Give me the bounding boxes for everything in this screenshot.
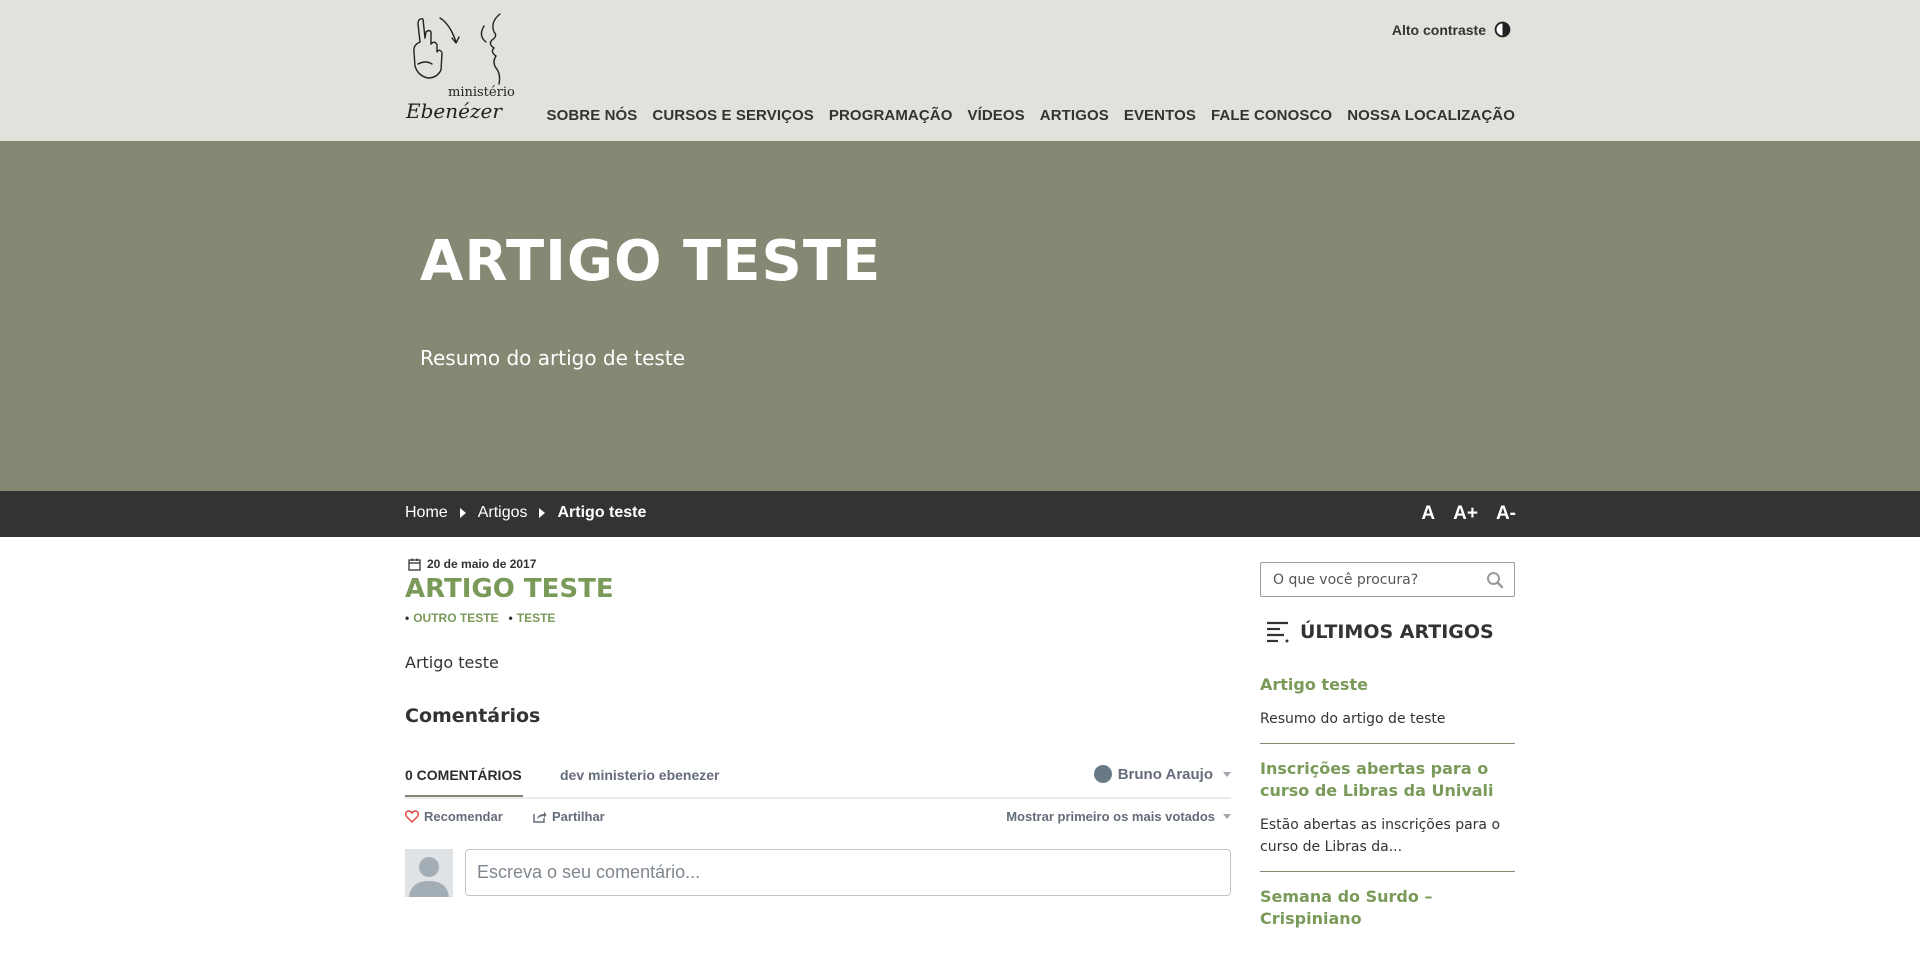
nav-item-artigos[interactable]: ARTIGOS <box>1040 107 1109 124</box>
user-name: Bruno Araujo <box>1117 765 1213 783</box>
breadcrumb-current: Artigo teste <box>557 504 647 521</box>
latest-articles-heading: ÚLTIMOS ARTIGOS <box>1266 621 1494 643</box>
logo-hands-icon: ministério Ebenézer <box>405 13 515 123</box>
font-size-controls: A A+ A- <box>1421 503 1516 525</box>
latest-articles-list: Artigo teste Resumo do artigo de teste I… <box>1260 674 1515 957</box>
recommend-button[interactable]: Recomendar <box>405 809 503 824</box>
breadcrumb-artigos[interactable]: Artigos <box>478 504 528 522</box>
hero-banner: ARTIGO TESTE Resumo do artigo de teste <box>0 141 1920 491</box>
list-item: Semana do Surdo – Crispiniano <box>1260 886 1515 943</box>
search-icon[interactable] <box>1486 571 1504 589</box>
search-box <box>1260 562 1515 597</box>
list-icon <box>1267 621 1289 643</box>
logo-text-ebenezer: Ebenézer <box>405 99 503 123</box>
recommend-label: Recomendar <box>424 809 503 824</box>
latest-article-summary: Resumo do artigo de teste <box>1260 711 1446 727</box>
site-logo[interactable]: ministério Ebenézer <box>404 12 524 124</box>
high-contrast-label: Alto contraste <box>1391 21 1486 38</box>
share-button[interactable]: Partilhar <box>533 809 605 824</box>
comment-input[interactable] <box>465 849 1231 896</box>
post-date: 20 de maio de 2017 <box>408 557 536 571</box>
chevron-down-icon <box>1223 771 1231 777</box>
list-item: Artigo teste Resumo do artigo de teste <box>1260 674 1515 744</box>
nav-item-sobre-nos[interactable]: SOBRE NÓS <box>547 107 638 124</box>
latest-articles-title: ÚLTIMOS ARTIGOS <box>1300 621 1494 643</box>
sort-dropdown[interactable]: Mostrar primeiro os mais votados <box>1006 809 1231 824</box>
post-title: ARTIGO TESTE <box>405 574 614 604</box>
comment-count-tab[interactable]: 0 COMENTÁRIOS <box>405 767 523 797</box>
default-avatar-icon <box>409 857 449 897</box>
share-label: Partilhar <box>552 809 605 824</box>
post-body: Artigo teste <box>405 653 499 672</box>
site-header: ministério Ebenézer Alto contraste SOBRE… <box>0 0 1920 141</box>
comments-heading: Comentários <box>405 705 541 727</box>
user-menu[interactable]: Bruno Araujo <box>1093 765 1231 783</box>
tag-link[interactable]: TESTE <box>517 611 556 625</box>
contrast-icon <box>1494 21 1511 38</box>
font-size-reset-button[interactable]: A <box>1421 503 1435 525</box>
breadcrumb-home[interactable]: Home <box>405 504 448 522</box>
nav-item-localizacao[interactable]: NOSSA LOCALIZAÇÃO <box>1347 107 1515 124</box>
breadcrumb-caret-icon <box>459 508 466 518</box>
breadcrumb: Home Artigos Artigo teste <box>405 504 646 522</box>
post-date-text: 20 de maio de 2017 <box>427 557 537 571</box>
font-size-increase-button[interactable]: A+ <box>1453 503 1478 525</box>
nav-item-fale-conosco[interactable]: FALE CONOSCO <box>1211 107 1332 124</box>
list-item: Inscrições abertas para o curso de Libra… <box>1260 758 1515 872</box>
main-nav: SOBRE NÓS CURSOS E SERVIÇOS PROGRAMAÇÃO … <box>547 107 1516 124</box>
calendar-icon <box>408 558 421 571</box>
comment-composer <box>405 849 1231 897</box>
community-tab[interactable]: dev ministerio ebenezer <box>560 767 720 783</box>
breadcrumb-bar: Home Artigos Artigo teste A A+ A- <box>0 491 1920 537</box>
heart-icon <box>405 810 419 823</box>
tag-link[interactable]: OUTRO TESTE <box>413 611 498 625</box>
font-size-decrease-button[interactable]: A- <box>1496 503 1516 525</box>
nav-item-videos[interactable]: VÍDEOS <box>968 107 1025 124</box>
sort-label: Mostrar primeiro os mais votados <box>1006 809 1215 824</box>
breadcrumb-caret-icon <box>539 508 546 518</box>
logo-text-ministerio: ministério <box>448 85 515 100</box>
user-bubble-icon <box>1093 765 1112 783</box>
nav-item-cursos-servicos[interactable]: CURSOS E SERVIÇOS <box>652 107 813 124</box>
share-icon <box>533 811 547 823</box>
latest-article-link[interactable]: Artigo teste <box>1260 674 1515 696</box>
nav-item-eventos[interactable]: EVENTOS <box>1124 107 1196 124</box>
chevron-down-icon <box>1223 814 1231 819</box>
comments-nav: 0 COMENTÁRIOS dev ministerio ebenezer Br… <box>405 765 1231 799</box>
article-main: 20 de maio de 2017 ARTIGO TESTE • OUTRO T… <box>405 537 1231 925</box>
hero-title: ARTIGO TESTE <box>420 229 882 294</box>
nav-item-programacao[interactable]: PROGRAMAÇÃO <box>829 107 953 124</box>
latest-article-link[interactable]: Semana do Surdo – Crispiniano <box>1260 886 1515 930</box>
high-contrast-toggle[interactable]: Alto contraste <box>1392 21 1511 38</box>
comment-actions: Recomendar Partilhar Mostrar primeiro os… <box>405 809 1231 829</box>
hero-summary: Resumo do artigo de teste <box>420 346 685 370</box>
sidebar: ÚLTIMOS ARTIGOS Artigo teste Resumo do a… <box>1260 537 1515 928</box>
latest-article-link[interactable]: Inscrições abertas para o curso de Libra… <box>1260 758 1515 802</box>
post-tags: • OUTRO TESTE • TESTE <box>405 611 556 625</box>
search-input[interactable] <box>1261 563 1476 596</box>
latest-article-summary: Estão abertas as inscrições para o curso… <box>1260 817 1501 855</box>
avatar <box>405 849 453 897</box>
